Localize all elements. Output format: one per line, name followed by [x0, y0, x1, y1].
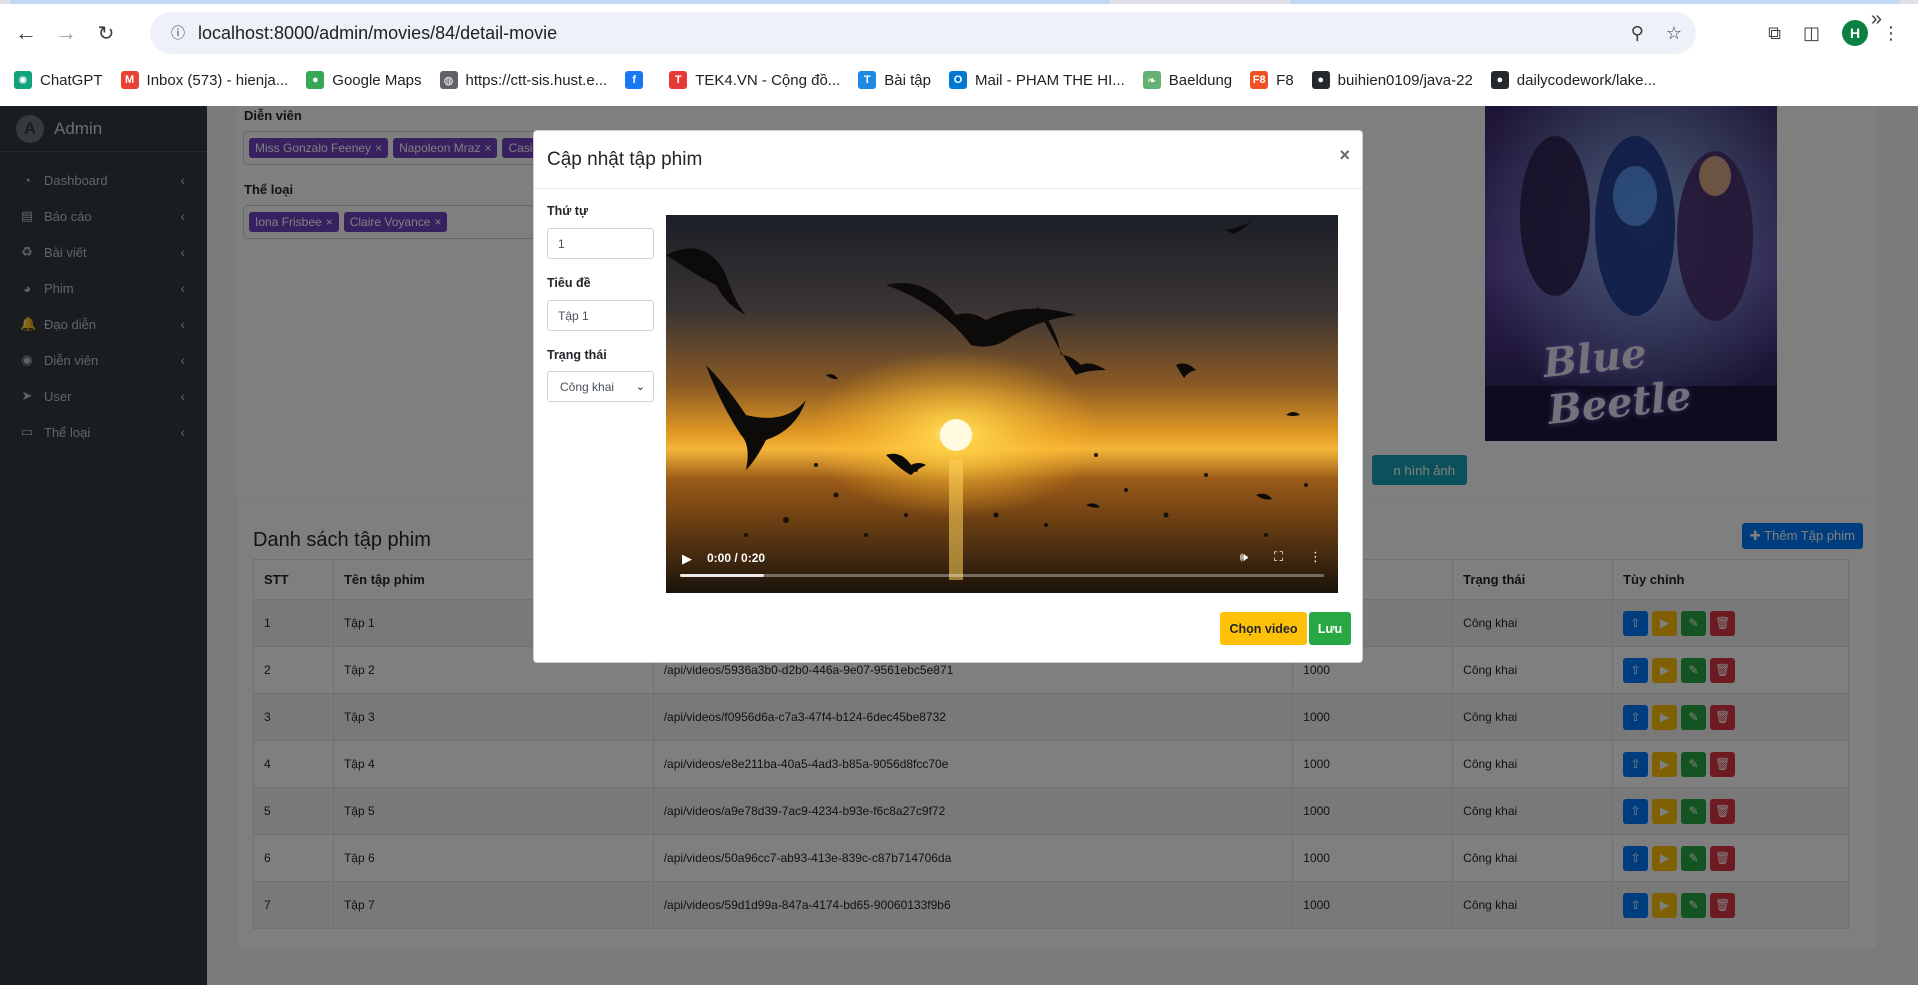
video-time: 0:00 / 0:20	[707, 551, 766, 565]
bookmark-item[interactable]: M Inbox (573) - hienja...	[120, 71, 289, 89]
video-controls: ▶ 0:00 / 0:20 🕪 ⛶ ⋮	[666, 543, 1338, 593]
star-icon[interactable]: ☆	[1666, 23, 1682, 44]
bookmark-label: Inbox (573) - hienja...	[146, 71, 289, 89]
bookmark-label: Google Maps	[332, 71, 422, 89]
zoom-icon[interactable]: ⚲	[1631, 23, 1644, 44]
github-icon: ●	[1490, 71, 1509, 89]
video-progress-bar[interactable]	[680, 574, 1324, 577]
bookmark-label: F8	[1276, 71, 1294, 89]
status-select-value: Công khai	[560, 379, 615, 394]
gmail-icon: M	[120, 71, 139, 89]
profile-avatar[interactable]: H	[1842, 20, 1868, 46]
active-tab-highlight	[10, 0, 1110, 4]
facebook-icon: f	[625, 71, 644, 89]
bookmark-label: ChatGPT	[40, 71, 103, 89]
title-label: Tiêu đề	[547, 276, 591, 290]
bookmarks-overflow-icon[interactable]: »	[1871, 8, 1882, 31]
bookmark-label: buihien0109/java-22	[1337, 71, 1473, 89]
bookmark-item[interactable]: ● Google Maps	[306, 71, 422, 89]
browser-chrome: ← → ↻ ⓘ localhost:8000/admin/movies/84/d…	[0, 0, 1918, 106]
fullscreen-icon[interactable]: ⛶	[1274, 549, 1283, 565]
f8-icon: F8	[1250, 71, 1269, 89]
bookmark-item[interactable]: f	[625, 71, 651, 89]
maps-icon: ●	[306, 71, 325, 89]
bookmark-item[interactable]: O Mail - PHAM THE HI...	[949, 71, 1125, 89]
save-button[interactable]: Lưu	[1309, 612, 1351, 645]
bookmarks-bar: ✺ ChatGPT M Inbox (573) - hienja... ● Google …	[0, 62, 1918, 98]
order-input[interactable]: 1	[547, 228, 654, 259]
more-options-icon[interactable]: ⋮	[1309, 549, 1322, 565]
choose-video-button[interactable]: Chọn video	[1220, 612, 1307, 645]
globe-icon: ◍	[439, 71, 458, 89]
close-icon[interactable]: ×	[1339, 145, 1350, 166]
tab-strip	[0, 0, 1918, 4]
status-select[interactable]: Công khai ⌄	[547, 371, 654, 402]
bookmark-label: Baeldung	[1168, 71, 1233, 89]
status-label: Trạng thái	[547, 348, 607, 362]
toolbar-right: ⧉ ◫ H ⋮	[1768, 8, 1918, 58]
bookmark-item[interactable]: ❧ Baeldung	[1142, 71, 1233, 89]
update-episode-modal: Cập nhật tập phim × Thứ tự 1 Tiêu đề Tập…	[533, 130, 1363, 663]
order-label: Thứ tự	[547, 204, 589, 218]
modal-header: Cập nhật tập phim	[534, 131, 1362, 189]
reload-icon[interactable]: ↻	[86, 13, 126, 53]
video-progress-fill	[680, 574, 764, 577]
github-icon: ●	[1311, 71, 1330, 89]
chatgpt-icon: ✺	[14, 71, 32, 89]
outlook-icon: O	[949, 71, 967, 89]
chevron-down-icon: ⌄	[635, 381, 645, 393]
bookmark-item[interactable]: ● buihien0109/java-22	[1311, 71, 1473, 89]
url-text[interactable]: localhost:8000/admin/movies/84/detail-mo…	[198, 23, 557, 44]
tek4-icon: T	[669, 71, 688, 89]
bookmark-label: TEK4.VN - Cộng đồ...	[695, 71, 841, 89]
play-icon[interactable]: ▶	[682, 551, 692, 567]
extensions-icon[interactable]: ⧉	[1768, 23, 1781, 44]
title-input[interactable]: Tập 1	[547, 300, 654, 331]
video-frame	[666, 215, 1338, 593]
forward-icon[interactable]: →	[46, 13, 86, 53]
bookmark-label: dailycodework/lake...	[1516, 71, 1657, 89]
volume-icon[interactable]: 🕪	[1240, 549, 1248, 565]
back-icon[interactable]: ←	[6, 13, 46, 53]
bookmark-label: Bài tập	[884, 71, 931, 89]
bookmark-item[interactable]: F8 F8	[1250, 71, 1294, 89]
video-player[interactable]: ▶ 0:00 / 0:20 🕪 ⛶ ⋮	[666, 215, 1338, 593]
bookmark-label: https://ctt-sis.hust.e...	[465, 71, 608, 89]
menu-icon[interactable]: ⋮	[1882, 23, 1900, 44]
bookmark-item[interactable]: ● dailycodework/lake...	[1490, 71, 1657, 89]
video-control-icons: 🕪 ⛶ ⋮	[1240, 549, 1322, 565]
baeldung-icon: ❧	[1142, 71, 1161, 89]
tab-highlight	[1290, 0, 1900, 4]
bookmark-item[interactable]: ✺ ChatGPT	[14, 71, 103, 89]
side-panel-icon[interactable]: ◫	[1803, 23, 1820, 44]
bookmark-item[interactable]: T Bài tập	[858, 71, 931, 89]
site-info-icon[interactable]: ⓘ	[158, 23, 198, 43]
address-bar[interactable]: ⓘ localhost:8000/admin/movies/84/detail-…	[150, 12, 1696, 54]
browser-toolbar: ← → ↻ ⓘ localhost:8000/admin/movies/84/d…	[0, 8, 1918, 58]
bookmark-item[interactable]: ◍ https://ctt-sis.hust.e...	[439, 71, 608, 89]
modal-title: Cập nhật tập phim	[547, 148, 703, 170]
tasks-icon: T	[858, 71, 877, 89]
bookmark-item[interactable]: T TEK4.VN - Cộng đồ...	[669, 71, 840, 89]
omnibox-actions: ⚲ ☆	[1631, 12, 1682, 54]
bookmark-label: Mail - PHAM THE HI...	[975, 71, 1125, 89]
